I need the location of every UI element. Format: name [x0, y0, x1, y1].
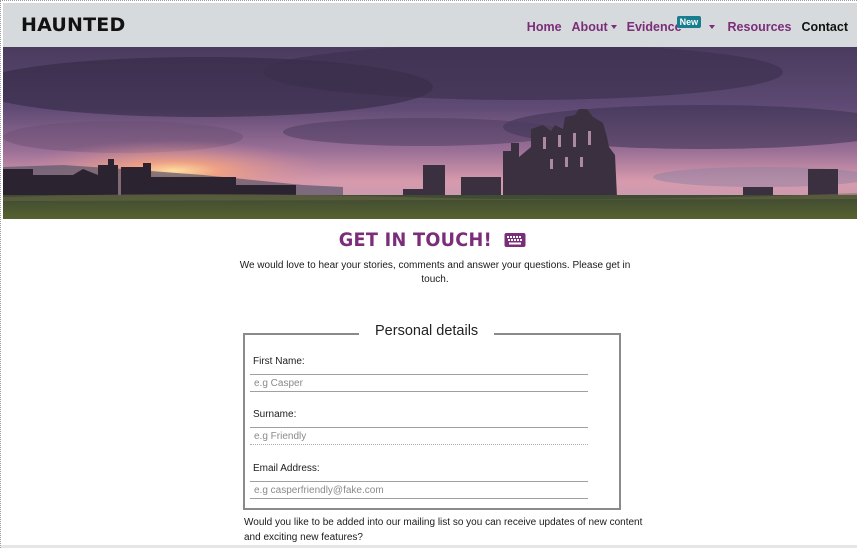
nav-contact-label: Contact: [801, 20, 848, 34]
top-navbar: HAUNTED Home About Evidence New Resource…: [3, 3, 857, 47]
chevron-down-icon: [708, 25, 715, 29]
first-name-label: First Name:: [253, 356, 305, 367]
abbey-ruins-sunset-image: [3, 47, 857, 219]
nav-home-label: Home: [526, 20, 562, 34]
nav-resources-label: Resources: [727, 20, 792, 34]
nav-home[interactable]: Home: [522, 5, 567, 49]
nav-resources[interactable]: Resources: [723, 5, 797, 49]
title-row: GET IN TOUCH!: [1, 229, 857, 251]
nav-evidence[interactable]: Evidence New: [622, 5, 723, 49]
surname-label: Surname:: [253, 409, 297, 420]
contact-section: GET IN TOUCH! We would love to hear your…: [1, 219, 857, 548]
nav-evidence-label: Evidence: [626, 20, 682, 34]
hero-image: [3, 47, 857, 219]
email-input[interactable]: [250, 481, 588, 499]
personal-details-fieldset: Personal details First Name: Surname: Em…: [243, 323, 621, 510]
intro-text: We would love to hear your stories, comm…: [239, 260, 631, 285]
nav-about[interactable]: About: [567, 5, 622, 49]
nav-about-label: About: [571, 20, 608, 34]
mailing-list-question: Would you like to be added into our mail…: [244, 517, 643, 543]
main-nav: Home About Evidence New Resources Contac…: [522, 3, 853, 47]
nav-contact[interactable]: Contact: [796, 5, 853, 49]
chevron-down-icon: [610, 25, 617, 29]
page-title: GET IN TOUCH!: [338, 229, 493, 251]
email-label: Email Address:: [253, 463, 320, 474]
first-name-input[interactable]: [250, 374, 588, 392]
surname-input[interactable]: [250, 427, 588, 445]
brand-logo[interactable]: HAUNTED: [21, 14, 125, 36]
new-badge: New: [676, 16, 702, 28]
fieldset-legend: Personal details: [359, 323, 495, 339]
keyboard-icon: [504, 232, 526, 248]
